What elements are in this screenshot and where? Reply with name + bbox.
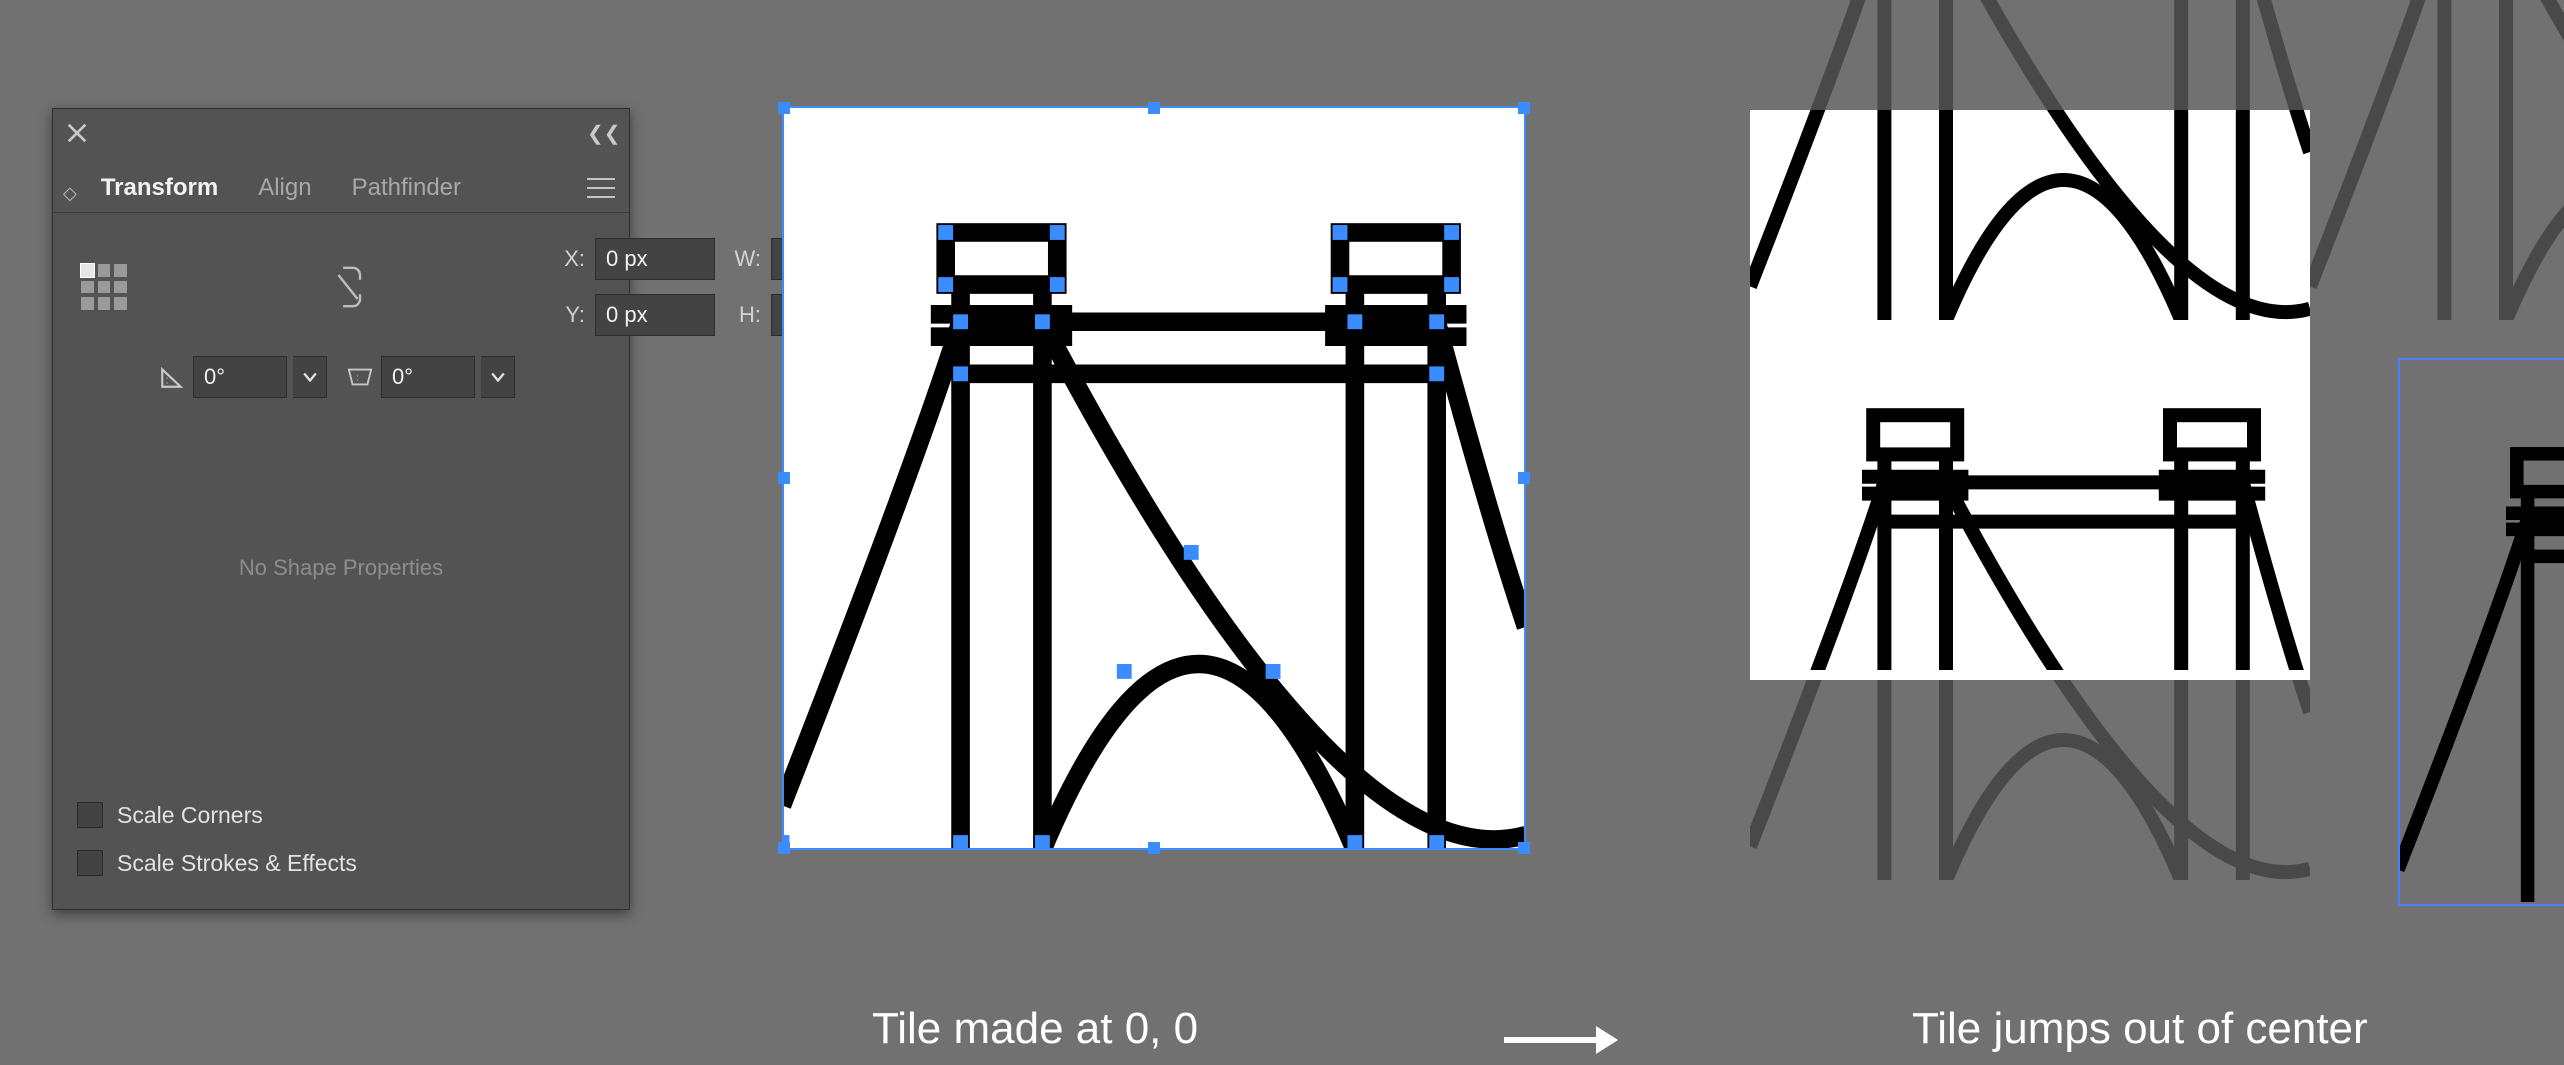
tab-transform[interactable]: Transform: [81, 166, 238, 212]
y-input[interactable]: 0 px: [595, 294, 715, 336]
constrain-proportions-icon[interactable]: [147, 263, 549, 311]
tab-align[interactable]: Align: [238, 166, 331, 212]
collapse-icon[interactable]: ❮❮: [587, 121, 615, 146]
panel-tabs: ◇ Transform Align Pathfinder: [53, 157, 629, 213]
y-label: Y:: [549, 302, 595, 328]
transform-panel: ❮❮ ◇ Transform Align Pathfinder X: 0 px …: [52, 108, 630, 910]
tab-cycle-icon[interactable]: ◇: [63, 184, 81, 212]
pattern-tile-top: [1750, 0, 2310, 320]
h-label: H:: [725, 302, 771, 328]
scale-strokes-label: Scale Strokes & Effects: [117, 850, 357, 877]
rotate-icon: :: [77, 364, 193, 390]
caption-left: Tile made at 0, 0: [872, 1004, 1198, 1054]
arrow-icon: [1500, 1020, 1620, 1060]
rotate-dropdown[interactable]: [293, 356, 327, 398]
shear-icon: :: [333, 364, 381, 390]
scale-strokes-checkbox[interactable]: [77, 850, 103, 876]
panel-footer: Scale Corners Scale Strokes & Effects: [53, 791, 629, 909]
tab-pathfinder[interactable]: Pathfinder: [332, 166, 481, 212]
bridge-artwork-selected[interactable]: [2398, 358, 2564, 906]
panel-menu-icon[interactable]: [587, 178, 615, 198]
shear-input[interactable]: 0°: [381, 356, 475, 398]
svg-text::: :: [166, 375, 169, 387]
pattern-ghost-2: [2310, 0, 2564, 320]
shear-dropdown[interactable]: [481, 356, 515, 398]
scale-corners-checkbox[interactable]: [77, 802, 103, 828]
w-label: W:: [725, 246, 771, 272]
x-input[interactable]: 0 px: [595, 238, 715, 280]
no-shape-properties-label: No Shape Properties: [77, 405, 605, 731]
rotate-input[interactable]: 0°: [193, 356, 287, 398]
caption-right: Tile jumps out of center: [1912, 1004, 2368, 1054]
panel-body: X: 0 px W: 44 px Y: 0 px H: 44 px: [53, 213, 629, 731]
anchor-points-overlay: [782, 106, 1526, 850]
reference-point-selector[interactable]: [77, 260, 131, 314]
x-label: X:: [549, 246, 595, 272]
pattern-tile-main: [1750, 320, 2310, 880]
scale-corners-label: Scale Corners: [117, 802, 263, 829]
close-icon[interactable]: [67, 123, 87, 143]
svg-text::: :: [356, 373, 359, 383]
panel-titlebar: ❮❮: [53, 109, 629, 157]
